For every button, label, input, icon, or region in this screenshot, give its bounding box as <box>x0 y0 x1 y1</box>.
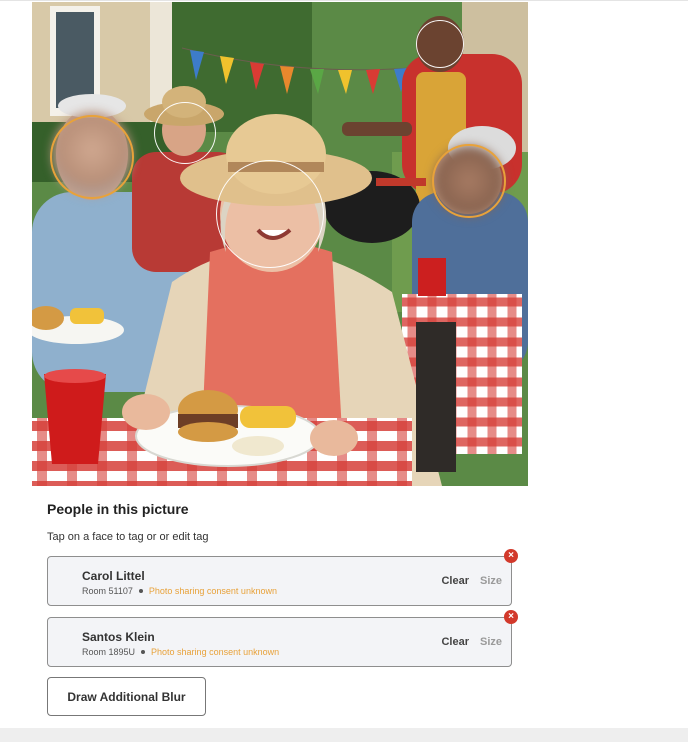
person-room: Room 1895U <box>82 647 136 657</box>
person-name: Carol Littel <box>82 569 145 583</box>
clear-button[interactable]: Clear <box>441 575 469 587</box>
remove-person-close-icon[interactable]: × <box>504 610 518 624</box>
person-card[interactable]: Santos Klein Room 1895U Photo sharing con… <box>47 610 518 667</box>
draw-additional-blur-button[interactable]: Draw Additional Blur <box>47 677 206 716</box>
clear-button[interactable]: Clear <box>441 636 469 648</box>
person-room: Room 51107 <box>82 586 133 596</box>
face-marker-untagged[interactable] <box>216 160 324 268</box>
consent-status: Photo sharing consent unknown <box>151 647 280 657</box>
separator-dot-icon <box>141 650 146 655</box>
person-card[interactable]: Carol Littel Room 51107 Photo sharing con… <box>47 549 518 606</box>
remove-person-close-icon[interactable]: × <box>504 549 518 563</box>
separator-dot-icon <box>138 589 143 594</box>
size-button[interactable]: Size <box>480 575 502 587</box>
consent-status: Photo sharing consent unknown <box>148 586 277 596</box>
person-name: Santos Klein <box>82 630 155 644</box>
photo-canvas[interactable] <box>32 2 528 486</box>
people-section-title: People in this picture <box>47 501 189 517</box>
person-meta: Room 1895U Photo sharing consent unknown <box>82 647 279 657</box>
person-meta: Room 51107 Photo sharing consent unknown <box>82 586 277 596</box>
tag-hint-text: Tap on a face to tag or or edit tag <box>47 531 209 543</box>
face-marker-untagged[interactable] <box>154 102 216 164</box>
face-marker-untagged[interactable] <box>416 20 464 68</box>
bottom-bar <box>0 728 688 742</box>
face-marker-tagged[interactable] <box>50 115 134 199</box>
face-marker-tagged[interactable] <box>432 144 506 218</box>
top-divider <box>0 0 688 1</box>
size-button[interactable]: Size <box>480 636 502 648</box>
